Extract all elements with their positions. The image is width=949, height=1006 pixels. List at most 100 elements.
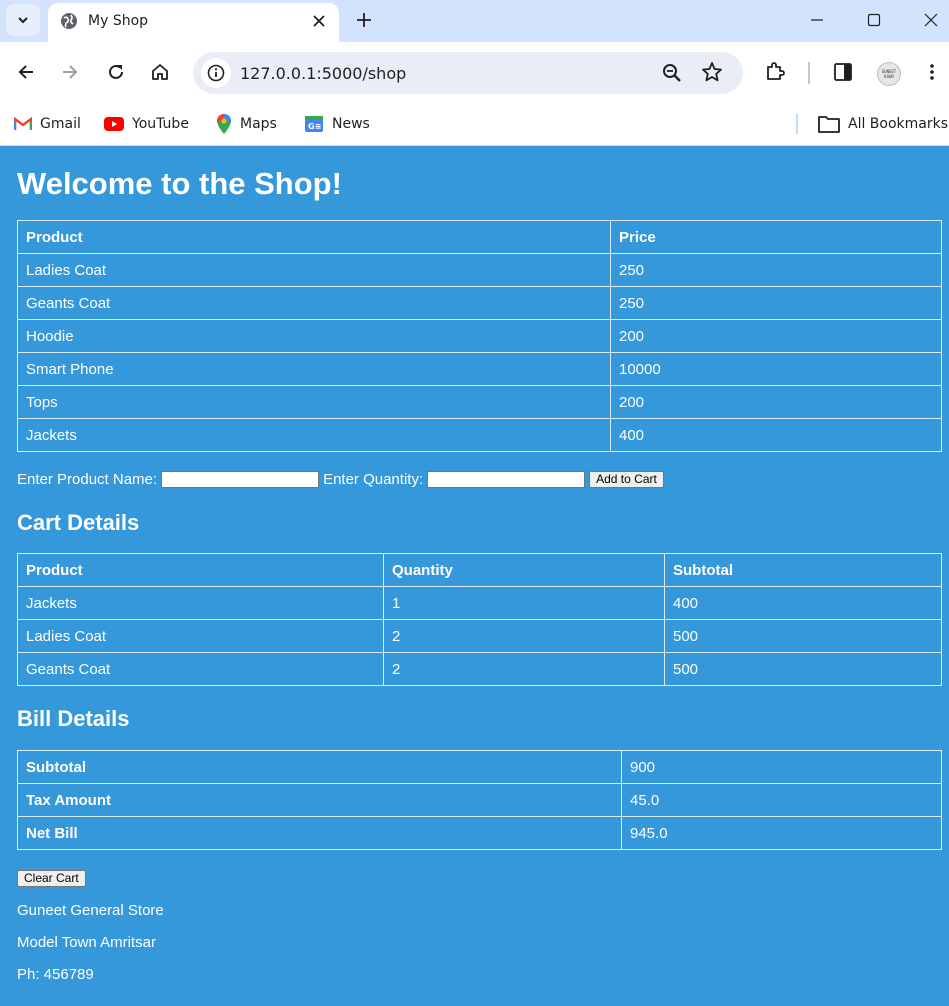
product-name-input[interactable]	[161, 471, 320, 488]
table-row: Subtotal 900	[17, 750, 942, 784]
new-tab-button[interactable]	[352, 8, 376, 32]
cart-heading: Cart Details	[17, 510, 140, 535]
home-icon	[152, 64, 168, 80]
bookmark-label: Maps	[240, 116, 277, 132]
cart-subtotal-cell: 500	[664, 619, 942, 653]
tab-my-shop[interactable]: My Shop	[48, 3, 339, 42]
product-name-label: Enter Product Name:	[17, 471, 158, 488]
bookmark-star-icon[interactable]	[701, 61, 723, 88]
table-row: Ladies Coat 2 500	[17, 619, 942, 653]
close-icon	[924, 13, 938, 27]
table-row: Jackets 1 400	[17, 586, 942, 620]
minimize-button[interactable]	[805, 8, 829, 32]
table-row: Net Bill 945.0	[17, 816, 942, 850]
chevron-down-icon	[18, 17, 28, 24]
browser-toolbar: 127.0.0.1:5000/shop GUNEET KAUR	[0, 42, 949, 104]
side-panel-icon	[834, 63, 852, 81]
column-header: Quantity	[383, 553, 665, 587]
column-header: Product	[17, 553, 384, 587]
puzzle-icon	[767, 62, 785, 80]
url-text[interactable]: 127.0.0.1:5000/shop	[240, 64, 406, 83]
cart-product-cell: Ladies Coat	[17, 619, 384, 653]
minimize-icon	[811, 19, 823, 21]
gmail-icon	[14, 117, 32, 131]
product-name-cell: Smart Phone	[17, 352, 611, 386]
price-cell: 200	[610, 319, 942, 353]
close-tab-icon[interactable]	[310, 12, 328, 30]
table-header-row: Product Quantity Subtotal	[17, 553, 942, 587]
bookmark-label: Gmail	[40, 116, 81, 132]
tab-search-button[interactable]	[6, 4, 40, 36]
maps-icon	[216, 114, 232, 134]
quantity-input[interactable]	[427, 471, 586, 488]
back-button[interactable]	[14, 60, 38, 84]
column-header: Subtotal	[664, 553, 942, 587]
bill-value-cell: 45.0	[621, 783, 942, 817]
bill-label-cell: Tax Amount	[17, 783, 622, 817]
maximize-icon	[867, 13, 881, 27]
bookmark-gmail[interactable]: Gmail	[14, 110, 81, 138]
cart-subtotal-cell: 500	[664, 652, 942, 686]
address-bar[interactable]: 127.0.0.1:5000/shop	[193, 52, 743, 94]
table-row: Geants Coat 250	[17, 286, 942, 320]
cart-quantity-cell: 2	[383, 652, 665, 686]
price-cell: 250	[610, 253, 942, 287]
cart-quantity-cell: 1	[383, 586, 665, 620]
column-header: Product	[17, 220, 611, 254]
product-name-cell: Tops	[17, 385, 611, 419]
tab-title: My Shop	[88, 13, 149, 29]
reload-button[interactable]	[104, 60, 128, 84]
add-to-cart-button[interactable]: Add to Cart	[589, 471, 664, 488]
product-name-cell: Ladies Coat	[17, 253, 611, 287]
bill-value-cell: 945.0	[621, 816, 942, 850]
all-bookmarks-button[interactable]: All Bookmarks	[818, 110, 948, 138]
bill-table: Subtotal 900 Tax Amount 45.0 Net Bill 94…	[17, 750, 942, 850]
home-button[interactable]	[148, 60, 172, 84]
arrow-left-icon	[18, 65, 33, 79]
globe-icon	[61, 13, 77, 29]
table-row: Smart Phone 10000	[17, 352, 942, 386]
extensions-button[interactable]	[763, 60, 787, 84]
add-to-cart-form: Enter Product Name: Enter Quantity: Add …	[17, 471, 664, 488]
bill-value-cell: 900	[621, 750, 942, 784]
clear-cart-button[interactable]: Clear Cart	[17, 870, 86, 887]
cart-subtotal-cell: 400	[664, 586, 942, 620]
store-name: Guneet General Store	[17, 902, 164, 919]
profile-avatar[interactable]: GUNEET KAUR	[877, 62, 901, 86]
browser-chrome: My Shop 127.0.0.1:5000/shop GUNEET KAUR …	[0, 0, 949, 146]
close-window-button[interactable]	[919, 8, 943, 32]
products-table: Product Price Ladies Coat 250 Geants Coa…	[17, 220, 942, 452]
price-cell: 200	[610, 385, 942, 419]
side-panel-button[interactable]	[831, 60, 855, 84]
quantity-label: Enter Quantity:	[323, 471, 424, 488]
bookmark-youtube[interactable]: YouTube	[104, 110, 189, 138]
table-row: Tax Amount 45.0	[17, 783, 942, 817]
zoom-icon[interactable]	[661, 62, 683, 89]
table-row: Tops 200	[17, 385, 942, 419]
product-name-cell: Hoodie	[17, 319, 611, 353]
table-row: Geants Coat 2 500	[17, 652, 942, 686]
product-name-cell: Geants Coat	[17, 286, 611, 320]
table-row: Jackets 400	[17, 418, 942, 452]
table-row: Ladies Coat 250	[17, 253, 942, 287]
bookmark-label: News	[332, 116, 370, 132]
cart-table: Product Quantity Subtotal Jackets 1 400 …	[17, 553, 942, 686]
shop-page: Welcome to the Shop! Product Price Ladie…	[0, 146, 949, 1006]
price-cell: 10000	[610, 352, 942, 386]
plus-icon	[357, 13, 371, 27]
store-phone: Ph: 456789	[17, 966, 94, 983]
forward-button[interactable]	[58, 60, 82, 84]
youtube-icon	[104, 117, 124, 131]
price-cell: 400	[610, 418, 942, 452]
bookmark-news[interactable]: G≡ News	[304, 110, 370, 138]
arrow-right-icon	[63, 65, 78, 79]
info-icon	[207, 64, 225, 82]
bill-label-cell: Net Bill	[17, 816, 622, 850]
maximize-button[interactable]	[862, 8, 886, 32]
all-bookmarks-label: All Bookmarks	[848, 116, 949, 132]
svg-text:G≡: G≡	[308, 122, 321, 131]
site-info-button[interactable]	[201, 58, 231, 88]
bookmark-maps[interactable]: Maps	[216, 110, 277, 138]
menu-button[interactable]	[920, 60, 944, 84]
cart-product-cell: Geants Coat	[17, 652, 384, 686]
